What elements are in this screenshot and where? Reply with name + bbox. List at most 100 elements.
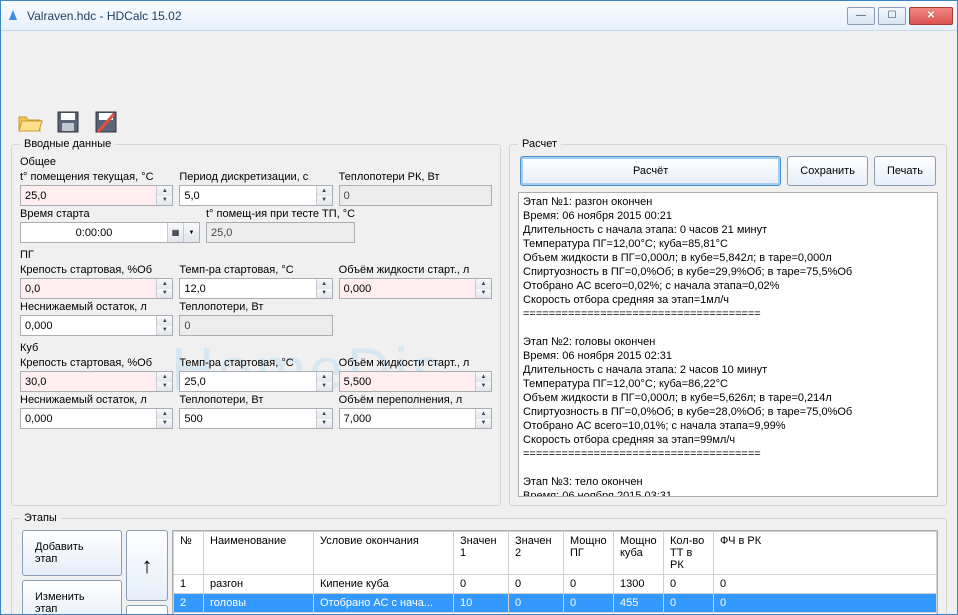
spin-up-icon[interactable]: ▲ (317, 372, 332, 382)
table-cell[interactable]: 0 (714, 575, 937, 594)
toolbar (11, 104, 947, 138)
col-tt[interactable]: Кол-во ТТ в РК (664, 532, 714, 575)
calc-button[interactable]: Расчёт (520, 156, 781, 186)
pg-strength-input[interactable]: ▲▼ (20, 278, 173, 299)
calc-legend: Расчет (518, 138, 561, 150)
room-temp-input[interactable]: ▲▼ (20, 185, 173, 206)
table-cell[interactable]: 0 (564, 594, 614, 613)
col-fc[interactable]: ФЧ в РК (714, 532, 937, 575)
table-row[interactable]: 1разгонКипение куба000130000 (174, 575, 937, 594)
maximize-button[interactable]: ☐ (878, 7, 906, 25)
table-cell[interactable]: 2 (174, 594, 204, 613)
spin-up-icon[interactable]: ▲ (157, 409, 172, 419)
table-cell[interactable]: 0 (664, 575, 714, 594)
move-up-button[interactable]: ↑ (126, 530, 168, 601)
spin-up-icon[interactable]: ▲ (317, 409, 332, 419)
col-ppg[interactable]: Мощно ПГ (564, 532, 614, 575)
start-time-label: Время старта (20, 208, 200, 220)
open-button[interactable] (13, 107, 47, 137)
col-v2[interactable]: Значен 2 (509, 532, 564, 575)
spin-down-icon[interactable]: ▼ (317, 196, 332, 206)
pg-temp-input[interactable]: ▲▼ (179, 278, 332, 299)
table-cell[interactable]: головы (204, 594, 314, 613)
table-cell[interactable]: 0 (664, 613, 714, 615)
spin-up-icon[interactable]: ▲ (476, 372, 491, 382)
table-cell[interactable]: тело (204, 613, 314, 615)
table-cell[interactable]: 0 (564, 575, 614, 594)
spin-up-icon[interactable]: ▲ (157, 279, 172, 289)
pg-volume-input[interactable]: ▲▼ (339, 278, 492, 299)
col-v1[interactable]: Значен 1 (454, 532, 509, 575)
spin-down-icon[interactable]: ▼ (317, 419, 332, 429)
close-button[interactable]: ✕ (909, 7, 953, 25)
spin-up-icon[interactable]: ▲ (157, 316, 172, 326)
col-pkub[interactable]: Мощно куба (614, 532, 664, 575)
spin-up-icon[interactable]: ▲ (317, 279, 332, 289)
spin-down-icon[interactable]: ▼ (476, 419, 491, 429)
kub-volume-label: Объём жидкости старт., л (339, 357, 492, 369)
save-button[interactable] (51, 107, 85, 137)
discr-period-input[interactable]: ▲▼ (179, 185, 332, 206)
table-cell[interactable]: 0 (509, 594, 564, 613)
table-cell[interactable]: 92,71 (454, 613, 509, 615)
table-cell[interactable]: разгон (204, 575, 314, 594)
spin-down-icon[interactable]: ▼ (157, 326, 172, 336)
table-cell[interactable]: Температура куба (314, 613, 454, 615)
kub-residue-input[interactable]: ▲▼ (20, 408, 173, 429)
kub-temp-input[interactable]: ▲▼ (179, 371, 332, 392)
dropdown-icon[interactable]: ▼ (183, 223, 199, 242)
table-cell[interactable]: 0 (454, 575, 509, 594)
table-cell[interactable]: 10 (454, 594, 509, 613)
spin-down-icon[interactable]: ▼ (317, 289, 332, 299)
table-cell[interactable]: 0 (564, 613, 614, 615)
col-name[interactable]: Наименование (204, 532, 314, 575)
col-n[interactable]: № (174, 532, 204, 575)
kub-volume-input[interactable]: ▲▼ (339, 371, 492, 392)
spin-up-icon[interactable]: ▲ (476, 279, 491, 289)
spin-up-icon[interactable]: ▲ (157, 372, 172, 382)
kub-overflow-input[interactable]: ▲▼ (339, 408, 492, 429)
table-cell[interactable]: 3 (174, 613, 204, 615)
table-cell[interactable]: Кипение куба (314, 575, 454, 594)
room-temp-test-value: 25,0 (206, 222, 355, 243)
calc-log[interactable]: Этап №1: разгон окончен Время: 06 ноября… (518, 192, 938, 497)
spin-down-icon[interactable]: ▼ (157, 289, 172, 299)
table-row[interactable]: 3телоТемпература куба92,7100130000 (174, 613, 937, 615)
spin-down-icon[interactable]: ▼ (157, 419, 172, 429)
print-button[interactable]: Печать (874, 156, 936, 186)
edit-stage-button[interactable]: Изменить этап (22, 580, 122, 614)
table-cell[interactable]: 0 (509, 613, 564, 615)
table-cell[interactable]: Отобрано АС с нача... (314, 594, 454, 613)
table-cell[interactable]: 0 (509, 575, 564, 594)
spin-up-icon[interactable]: ▲ (317, 186, 332, 196)
spin-up-icon[interactable]: ▲ (157, 186, 172, 196)
table-cell[interactable]: 1 (174, 575, 204, 594)
move-down-button[interactable]: ↓ (126, 605, 168, 614)
calc-group: Расчет Расчёт Сохранить Печать Этап №1: … (509, 138, 947, 506)
kub-label: Куб (20, 340, 492, 355)
table-cell[interactable]: 0 (664, 594, 714, 613)
spin-down-icon[interactable]: ▼ (157, 382, 172, 392)
stages-table[interactable]: № Наименование Условие окончания Значен … (173, 531, 937, 614)
spin-up-icon[interactable]: ▲ (476, 409, 491, 419)
settings-button[interactable] (89, 107, 123, 137)
spin-down-icon[interactable]: ▼ (476, 382, 491, 392)
kub-strength-input[interactable]: ▲▼ (20, 371, 173, 392)
table-row[interactable]: 2головыОтобрано АС с нача...100045500 (174, 594, 937, 613)
pg-residue-input[interactable]: ▲▼ (20, 315, 173, 336)
table-cell[interactable]: 455 (614, 594, 664, 613)
kub-heatloss-input[interactable]: ▲▼ (179, 408, 332, 429)
save-calc-button[interactable]: Сохранить (787, 156, 868, 186)
spin-down-icon[interactable]: ▼ (157, 196, 172, 206)
spin-down-icon[interactable]: ▼ (476, 289, 491, 299)
table-cell[interactable]: 1300 (614, 575, 664, 594)
minimize-button[interactable]: — (847, 7, 875, 25)
start-time-input[interactable]: ▦▼ (20, 222, 200, 243)
calendar-icon[interactable]: ▦ (167, 223, 183, 242)
col-cond[interactable]: Условие окончания (314, 532, 454, 575)
table-cell[interactable]: 1300 (614, 613, 664, 615)
add-stage-button[interactable]: Добавить этап (22, 530, 122, 576)
table-cell[interactable]: 0 (714, 613, 937, 615)
table-cell[interactable]: 0 (714, 594, 937, 613)
spin-down-icon[interactable]: ▼ (317, 382, 332, 392)
